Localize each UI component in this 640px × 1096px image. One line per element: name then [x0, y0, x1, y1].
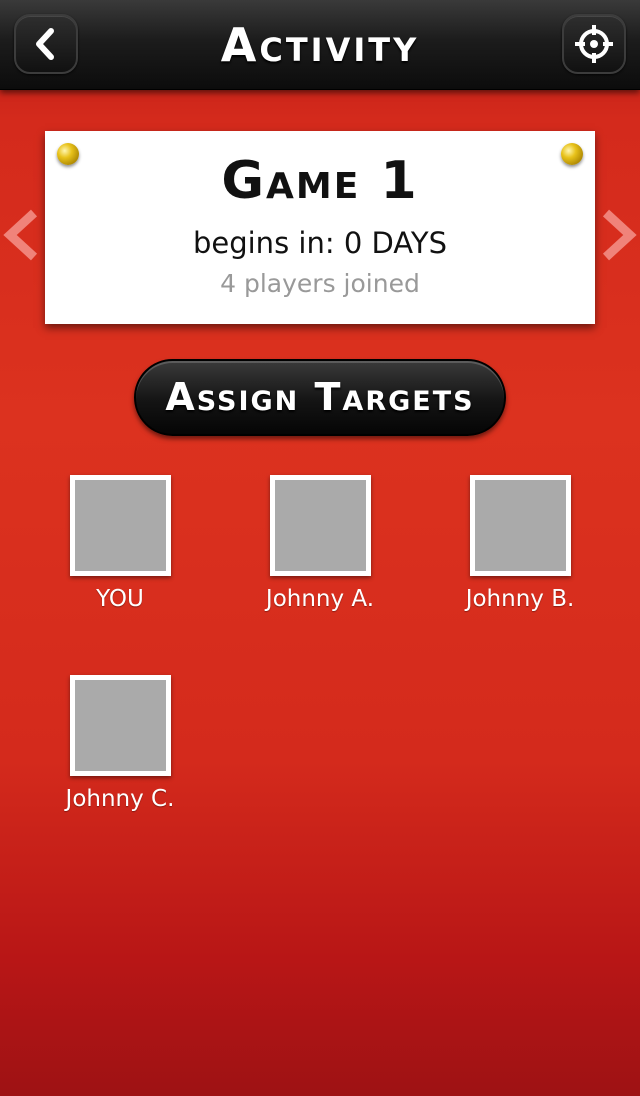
page-title: Activity: [220, 18, 420, 72]
game-name: Game 1: [221, 151, 419, 211]
chevron-right-icon: [602, 209, 637, 261]
avatar: [469, 475, 571, 576]
player-name: YOU: [96, 586, 144, 612]
chevron-left-icon: [36, 28, 54, 60]
player-item-you[interactable]: YOU: [40, 475, 200, 614]
player-item-johnny-b[interactable]: Johnny B.: [440, 475, 600, 614]
next-game-button[interactable]: [596, 205, 640, 265]
avatar: [269, 475, 371, 576]
avatar: [69, 675, 171, 776]
crosshair-icon: [575, 25, 613, 63]
player-name: Johnny A.: [265, 586, 375, 612]
target-button[interactable]: [562, 14, 626, 74]
assign-targets-button[interactable]: Assign Targets: [134, 359, 506, 436]
players-joined-label: 4 players joined: [220, 269, 420, 298]
previous-game-button[interactable]: [0, 205, 44, 265]
player-item-johnny-c[interactable]: Johnny C.: [40, 675, 200, 814]
top-bar: Activity: [0, 0, 640, 90]
game-card: Game 1 begins in: 0 DAYS 4 players joine…: [45, 131, 595, 324]
chevron-left-icon: [3, 209, 38, 261]
avatar: [69, 475, 171, 576]
player-name: Johnny B.: [465, 586, 575, 612]
player-item-johnny-a[interactable]: Johnny A.: [240, 475, 400, 614]
back-button[interactable]: [14, 14, 78, 74]
player-name: Johnny C.: [65, 786, 175, 812]
begins-in-label: begins in: 0 DAYS: [192, 226, 448, 260]
